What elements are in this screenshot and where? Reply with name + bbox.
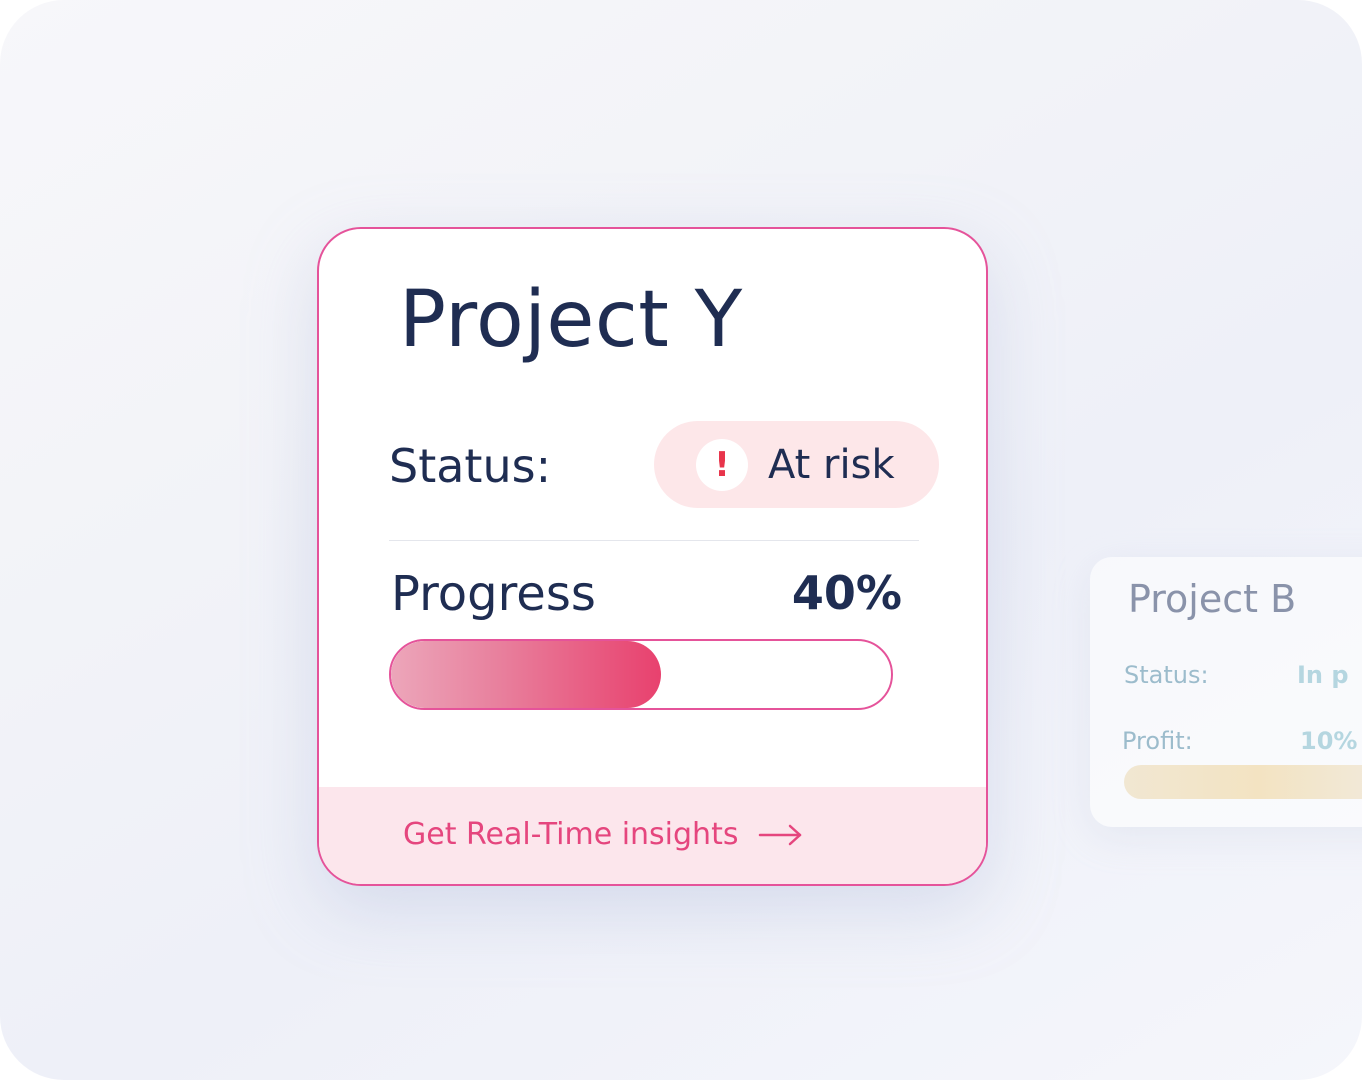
status-badge: ! At risk [654, 421, 939, 508]
project-b-profit-label: Profit: [1122, 727, 1193, 755]
background-canvas: Project B Status: In p Profit: 10% Proje… [0, 0, 1362, 1080]
status-badge-label: At risk [768, 442, 895, 488]
cta-label: Get Real-Time insights [403, 817, 739, 852]
arrow-right-icon [758, 823, 804, 847]
progress-bar-fill [391, 641, 661, 708]
project-b-card[interactable]: Project B Status: In p Profit: 10% [1090, 557, 1362, 827]
project-b-profit-bar [1124, 765, 1362, 799]
project-b-status-value: In p [1297, 661, 1349, 689]
project-title: Project Y [399, 275, 743, 365]
project-b-status-label: Status: [1124, 661, 1209, 689]
alert-icon: ! [696, 439, 748, 491]
project-y-card: Project Y Status: ! At risk Progress 40%… [317, 227, 988, 886]
progress-label: Progress [391, 566, 596, 622]
progress-value: 40% [791, 566, 902, 620]
divider [389, 540, 919, 541]
real-time-insights-link[interactable]: Get Real-Time insights [403, 817, 804, 852]
card-footer: Get Real-Time insights [319, 787, 986, 884]
status-label: Status: [389, 439, 552, 493]
progress-bar [389, 639, 893, 710]
project-b-title: Project B [1128, 577, 1297, 621]
project-b-profit-value: 10% [1300, 727, 1358, 755]
